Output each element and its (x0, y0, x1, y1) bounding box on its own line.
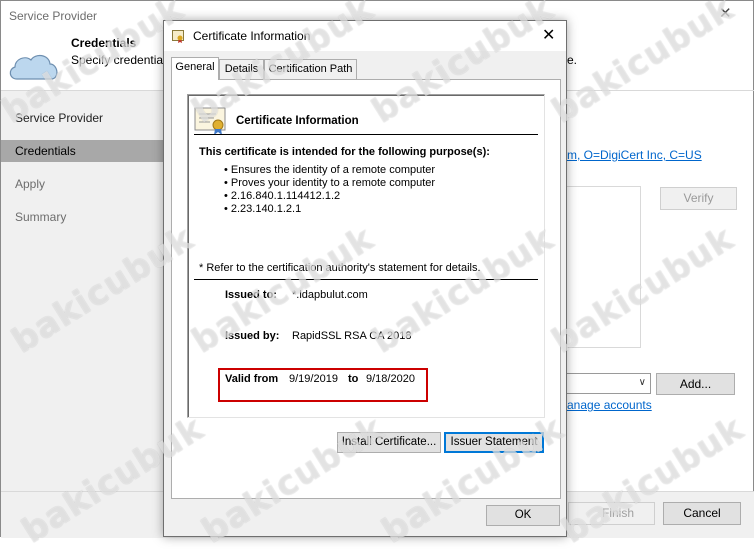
purpose-list: Ensures the identity of a remote compute… (224, 164, 435, 216)
add-button[interactable]: Add... (656, 373, 735, 395)
divider (194, 279, 538, 280)
tab-general[interactable]: General (171, 57, 219, 80)
list-item: Ensures the identity of a remote compute… (224, 164, 435, 177)
manage-accounts-link[interactable]: anage accounts (567, 398, 652, 412)
wizard-nav: Service Provider Credentials Apply Summa… (1, 91, 166, 491)
tab-certification-path[interactable]: Certification Path (264, 59, 357, 79)
nav-item-credentials[interactable]: Credentials (1, 140, 163, 162)
nav-item-service-provider[interactable]: Service Provider (1, 107, 163, 129)
dialog-title: Certificate Information (193, 29, 311, 43)
certificate-info-area: Certificate Information This certificate… (187, 94, 545, 418)
valid-from-value: 9/19/2019 (289, 373, 338, 385)
issued-to-label: Issued to: (225, 289, 277, 301)
general-tab-panel: Certificate Information This certificate… (171, 79, 561, 499)
issued-by-value: RapidSSL RSA CA 2018 (292, 330, 412, 342)
header-title: Credentials (71, 36, 137, 50)
cancel-button[interactable]: Cancel (663, 502, 741, 525)
list-item: 2.23.140.1.2.1 (224, 203, 435, 216)
valid-to-label: to (348, 373, 359, 385)
wizard-title: Service Provider (9, 9, 98, 23)
install-certificate-button[interactable]: Install Certificate... (337, 432, 441, 453)
account-dropdown[interactable]: ∨ (567, 373, 651, 394)
list-item: 2.16.840.1.114412.1.2 (224, 190, 435, 203)
certificate-dialog: Certificate Information ✕ General Detail… (163, 20, 567, 537)
nav-item-summary[interactable]: Summary (1, 206, 163, 228)
certificate-list-box (567, 186, 641, 348)
issued-by-label: Issued by: (225, 330, 280, 342)
tab-details[interactable]: Details (219, 59, 264, 79)
ok-button[interactable]: OK (486, 505, 560, 526)
nav-item-apply[interactable]: Apply (1, 173, 163, 195)
finish-button[interactable]: Finish (568, 502, 655, 525)
issued-to-value: *.ldapbulut.com (292, 289, 368, 301)
issuer-statement-button[interactable]: Issuer Statement (444, 432, 544, 453)
divider (194, 134, 538, 135)
list-item: Proves your identity to a remote compute… (224, 177, 435, 190)
dialog-titlebar: Certificate Information ✕ (164, 21, 566, 51)
certificate-icon (172, 30, 184, 43)
close-icon[interactable]: ✕ (542, 25, 555, 45)
close-icon[interactable]: ✕ (719, 4, 732, 22)
cert-info-title: Certificate Information (236, 115, 359, 127)
valid-to-value: 9/18/2020 (366, 373, 415, 385)
purpose-heading: This certificate is intended for the fol… (199, 146, 490, 158)
valid-from-label: Valid from (225, 373, 279, 385)
verify-button[interactable]: Verify (660, 187, 737, 210)
header-subtitle-tail: e. (567, 53, 578, 67)
certificate-icon (194, 107, 226, 135)
ca-statement-note: * Refer to the certification authority's… (199, 262, 481, 274)
header-subtitle: Specify credential (71, 53, 163, 67)
chevron-down-icon: ∨ (638, 377, 646, 388)
cloud-icon (9, 54, 58, 80)
issuer-link[interactable]: m, O=DigiCert Inc, C=US (567, 148, 702, 162)
